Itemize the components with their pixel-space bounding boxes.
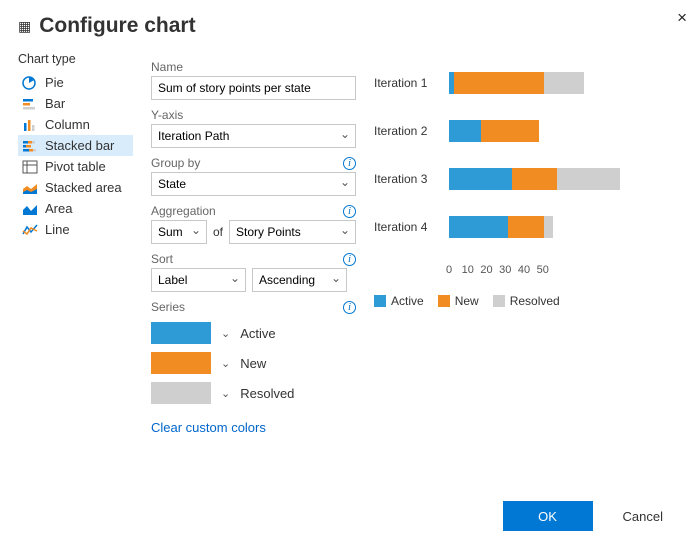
stacked-bar-icon xyxy=(22,139,38,153)
close-icon[interactable]: × xyxy=(677,8,687,28)
chevron-down-icon[interactable]: ⌄ xyxy=(221,357,230,370)
legend-item-new: New xyxy=(438,294,479,308)
series-color-swatch[interactable] xyxy=(151,382,211,404)
chart-type-area[interactable]: Area xyxy=(18,198,133,219)
chart-type-label: Stacked area xyxy=(45,180,122,195)
chart-bar-track xyxy=(449,216,674,238)
series-name-label: Active xyxy=(240,326,275,341)
info-icon[interactable]: i xyxy=(343,253,356,266)
legend-label: Resolved xyxy=(510,294,560,308)
yaxis-select[interactable] xyxy=(151,124,356,148)
chart-type-bar[interactable]: Bar xyxy=(18,93,133,114)
bar-segment-active xyxy=(449,216,508,238)
bar-icon xyxy=(22,97,38,111)
series-name-label: New xyxy=(240,356,266,371)
pie-icon xyxy=(22,76,38,90)
chevron-down-icon[interactable]: ⌄ xyxy=(221,387,230,400)
bar-segment-active xyxy=(449,120,481,142)
legend-swatch xyxy=(438,295,450,307)
info-icon[interactable]: i xyxy=(343,157,356,170)
series-label: Series xyxy=(151,300,185,314)
bar-segment-new xyxy=(454,72,544,94)
name-label: Name xyxy=(151,60,183,74)
bar-segment-resolved xyxy=(544,216,553,238)
chart-type-label: Pivot table xyxy=(45,159,106,174)
chart-type-label: Bar xyxy=(45,96,65,111)
clear-colors-link[interactable]: Clear custom colors xyxy=(151,420,266,435)
aggregation-label: Aggregation xyxy=(151,204,216,218)
chart-category-label: Iteration 2 xyxy=(374,124,449,138)
chart-type-pivot-table[interactable]: Pivot table xyxy=(18,156,133,177)
chart-preview: Iteration 1 Iteration 2 Iteration 3 Iterati… xyxy=(374,72,674,308)
legend-label: New xyxy=(455,294,479,308)
aggregation-field-select[interactable] xyxy=(229,220,356,244)
axis-tick-label: 50 xyxy=(524,264,562,276)
cancel-button[interactable]: Cancel xyxy=(617,508,669,525)
stacked-area-icon xyxy=(22,181,38,195)
chart-bar-track xyxy=(449,168,674,190)
series-row-new: ⌄ New xyxy=(151,352,356,374)
chart-type-label: Stacked bar xyxy=(45,138,114,153)
series-row-active: ⌄ Active xyxy=(151,322,356,344)
chart-type-column[interactable]: Column xyxy=(18,114,133,135)
legend-swatch xyxy=(374,295,386,307)
info-icon[interactable]: i xyxy=(343,301,356,314)
chart-type-label: Column xyxy=(45,117,90,132)
sort-by-select[interactable] xyxy=(151,268,246,292)
ok-button[interactable]: OK xyxy=(503,501,593,531)
chart-category-label: Iteration 3 xyxy=(374,172,449,186)
chart-bar-row: Iteration 1 xyxy=(374,72,674,94)
line-icon xyxy=(22,223,38,237)
info-icon[interactable]: i xyxy=(343,205,356,218)
chart-type-heading: Chart type xyxy=(18,52,133,66)
chart-bar-row: Iteration 4 xyxy=(374,216,674,238)
name-input[interactable] xyxy=(151,76,356,100)
chart-category-label: Iteration 1 xyxy=(374,76,449,90)
bar-segment-new xyxy=(508,216,544,238)
pivot-table-icon xyxy=(22,160,38,174)
aggregation-func-select[interactable] xyxy=(151,220,207,244)
legend-label: Active xyxy=(391,294,424,308)
area-icon xyxy=(22,202,38,216)
bar-segment-resolved xyxy=(544,72,585,94)
groupby-select[interactable] xyxy=(151,172,356,196)
chart-bar-track xyxy=(449,120,674,142)
dialog-title: Configure chart xyxy=(39,14,195,38)
chart-type-label: Line xyxy=(45,222,70,237)
groupby-label: Group by xyxy=(151,156,200,170)
bar-segment-resolved xyxy=(557,168,620,190)
legend-swatch xyxy=(493,295,505,307)
bar-segment-new xyxy=(512,168,557,190)
chart-type-label: Area xyxy=(45,201,72,216)
chart-bar-row: Iteration 3 xyxy=(374,168,674,190)
series-name-label: Resolved xyxy=(240,386,294,401)
chart-bar-track xyxy=(449,72,674,94)
chart-config-icon: ▦ xyxy=(18,19,31,33)
aggregation-of-label: of xyxy=(213,225,223,239)
column-icon xyxy=(22,118,38,132)
chart-bar-row: Iteration 2 xyxy=(374,120,674,142)
bar-segment-active xyxy=(449,168,512,190)
legend-item-active: Active xyxy=(374,294,424,308)
chart-type-stacked-bar[interactable]: Stacked bar xyxy=(18,135,133,156)
chart-type-label: Pie xyxy=(45,75,64,90)
legend-item-resolved: Resolved xyxy=(493,294,560,308)
chevron-down-icon[interactable]: ⌄ xyxy=(221,327,230,340)
chart-category-label: Iteration 4 xyxy=(374,220,449,234)
sort-dir-select[interactable] xyxy=(252,268,347,292)
bar-segment-new xyxy=(481,120,540,142)
chart-type-line[interactable]: Line xyxy=(18,219,133,240)
series-color-swatch[interactable] xyxy=(151,352,211,374)
chart-type-stacked-area[interactable]: Stacked area xyxy=(18,177,133,198)
series-color-swatch[interactable] xyxy=(151,322,211,344)
series-row-resolved: ⌄ Resolved xyxy=(151,382,356,404)
sort-label: Sort xyxy=(151,252,173,266)
chart-type-pie[interactable]: Pie xyxy=(18,72,133,93)
yaxis-label: Y-axis xyxy=(151,108,183,122)
